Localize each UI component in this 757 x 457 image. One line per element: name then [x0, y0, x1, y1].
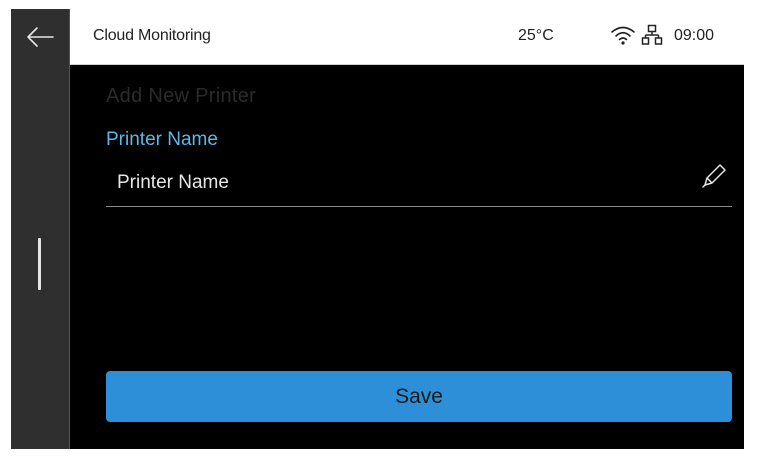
device-screen: Cloud Monitoring 25°C 09:00 Add New Prin… — [11, 9, 744, 449]
wifi-icon — [611, 26, 635, 45]
network-icon — [641, 24, 663, 45]
back-arrow-icon — [27, 27, 54, 47]
printer-name-label: Printer Name — [106, 129, 218, 150]
rail-divider — [69, 9, 70, 449]
back-button[interactable] — [11, 9, 69, 65]
page-title: Add New Printer — [106, 85, 257, 107]
app-title: Cloud Monitoring — [93, 27, 211, 44]
pencil-icon[interactable] — [699, 161, 729, 191]
status-bar: Cloud Monitoring 25°C 09:00 — [70, 9, 744, 65]
temperature-readout: 25°C — [518, 27, 554, 44]
scroll-indicator[interactable] — [38, 238, 41, 290]
save-button[interactable]: Save — [106, 371, 732, 422]
field-underline — [106, 206, 732, 207]
save-button-label: Save — [395, 384, 443, 408]
clock: 09:00 — [674, 27, 715, 44]
printer-name-field[interactable]: Printer Name — [117, 172, 229, 194]
left-rail — [11, 9, 69, 449]
